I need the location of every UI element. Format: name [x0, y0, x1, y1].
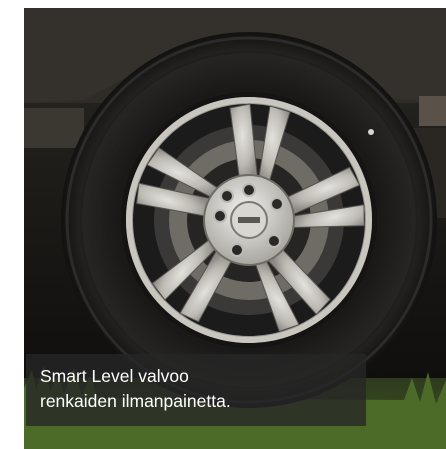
image-caption: Smart Level valvoo renkaiden ilmanpainet…	[26, 354, 366, 426]
caption-line-2: renkaiden ilmanpainetta.	[40, 391, 231, 411]
caption-line-1: Smart Level valvoo	[40, 366, 189, 386]
image-card: Smart Level valvoo renkaiden ilmanpainet…	[24, 8, 446, 449]
